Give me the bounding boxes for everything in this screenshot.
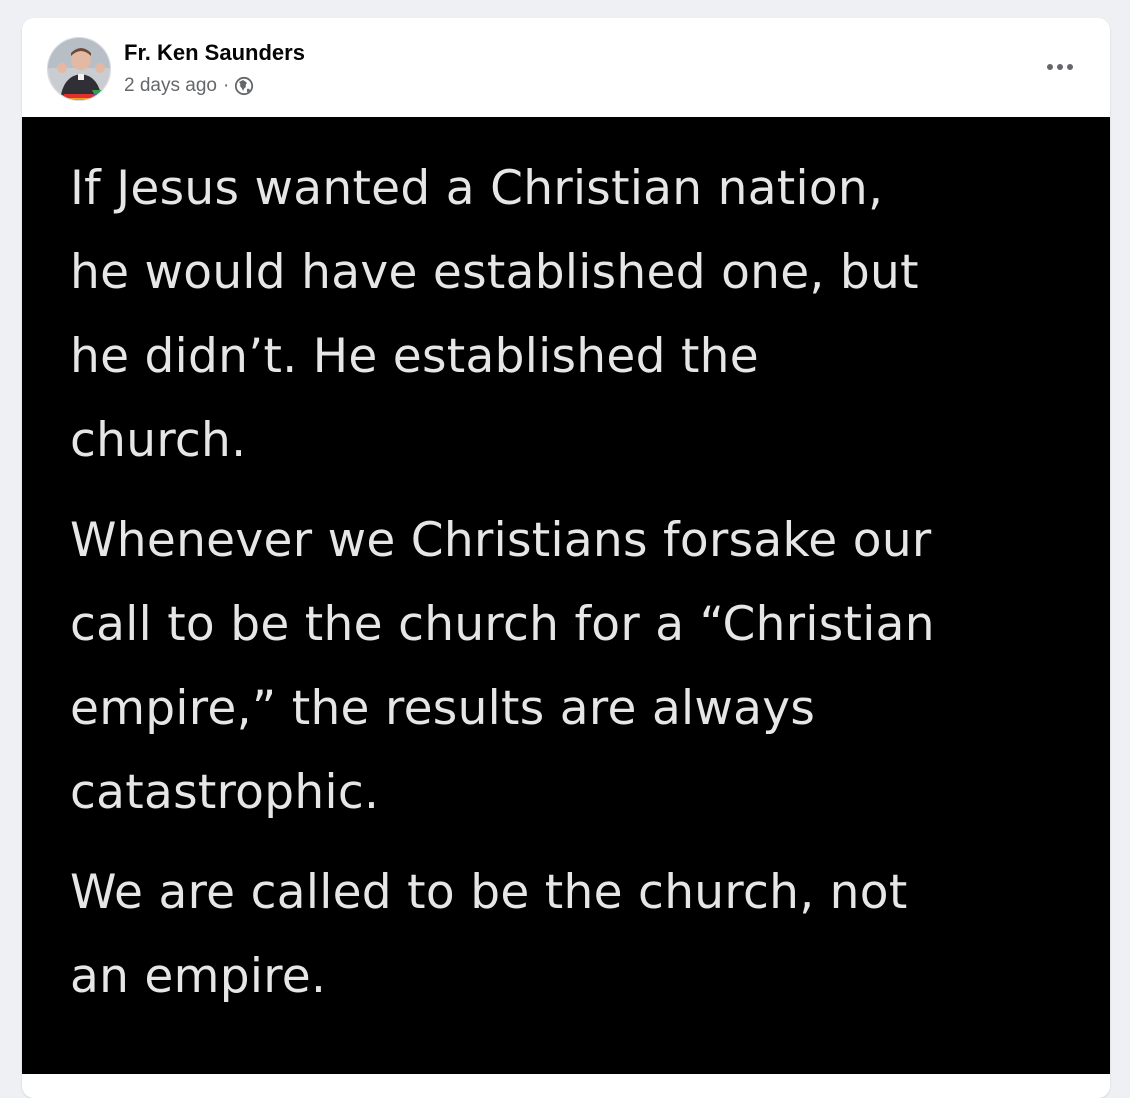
post-header: Fr. Ken Saunders 2 days ago · [22,18,1110,117]
image-text-line: he would have established one, but [70,245,919,300]
image-paragraph-3: We are called to be the church, not an e… [70,851,1080,1019]
more-options-button[interactable] [1040,51,1080,83]
image-text-line: We are called to be the church, not [70,865,908,920]
image-paragraph-2: Whenever we Christians forsake our call … [70,499,1080,835]
post-timestamp[interactable]: 2 days ago [124,75,217,97]
post-card: Fr. Ken Saunders 2 days ago · If Jesus w… [22,18,1110,1098]
image-paragraph-1: If Jesus wanted a Christian nation, he w… [70,147,1080,483]
globe-icon[interactable] [234,76,254,96]
author-name[interactable]: Fr. Ken Saunders [124,40,305,66]
image-text-line: If Jesus wanted a Christian nation, [70,161,884,216]
image-text-line: Whenever we Christians forsake our [70,513,932,568]
post-meta: 2 days ago · [124,75,254,97]
author-avatar[interactable] [47,37,111,101]
more-horizontal-icon [1047,64,1073,70]
image-text-line: empire,” the results are always [70,681,816,736]
avatar-image [48,38,110,100]
image-text-line: he didn’t. He established the [70,329,759,384]
image-text-line: church. [70,413,247,468]
image-text-line: catastrophic. [70,765,380,820]
image-text-line: call to be the church for a “Christian [70,597,935,652]
post-image[interactable]: If Jesus wanted a Christian nation, he w… [22,117,1110,1074]
meta-separator: · [222,75,230,96]
image-text-line: an empire. [70,949,327,1004]
